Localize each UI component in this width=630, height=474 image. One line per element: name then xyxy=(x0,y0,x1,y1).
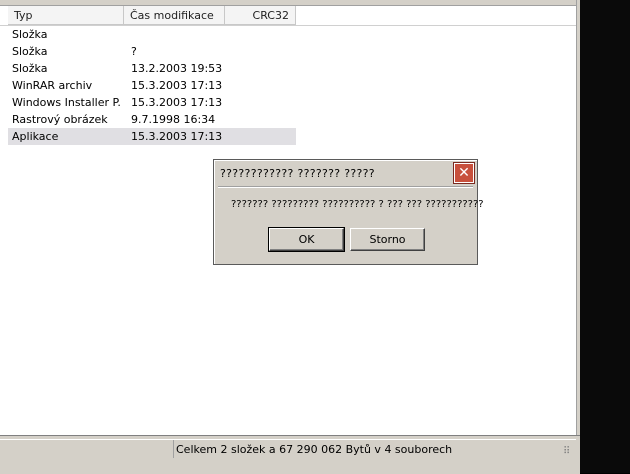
cell-cas: 15.3.2003 17:13 xyxy=(131,79,223,92)
list-item[interactable]: Složka ? xyxy=(0,43,576,60)
status-text: Celkem 2 složek a 67 290 062 Bytů v 4 so… xyxy=(176,443,453,456)
list-item-selected[interactable]: Aplikace 15.3.2003 17:13 xyxy=(0,128,576,145)
cell-typ: WinRAR archiv xyxy=(12,79,93,92)
status-bar: Celkem 2 složek a 67 290 062 Bytů v 4 so… xyxy=(0,435,580,474)
status-divider xyxy=(173,440,174,458)
column-header-typ[interactable]: Typ xyxy=(8,6,124,25)
list-item[interactable]: Složka 13.2.2003 19:53 xyxy=(0,60,576,77)
confirm-dialog: ???????????? ??????? ????? ✕ ??????? ???… xyxy=(213,159,484,265)
cell-cas: 15.3.2003 17:13 xyxy=(131,96,223,109)
cell-typ: Rastrový obrázek xyxy=(12,113,108,126)
list-item[interactable]: Složka xyxy=(0,26,576,43)
resize-grip-icon[interactable]: ⠿ xyxy=(563,446,575,458)
cell-cas: 13.2.2003 19:53 xyxy=(131,62,223,75)
cell-typ: Windows Installer P... xyxy=(12,96,122,109)
column-header: Typ Čas modifikace CRC32 xyxy=(0,6,576,26)
dialog-divider xyxy=(218,186,473,188)
cell-typ: Složka xyxy=(12,28,48,41)
cancel-button[interactable]: Storno xyxy=(350,228,425,251)
column-header-crc32[interactable]: CRC32 xyxy=(225,6,296,25)
cell-typ: Aplikace xyxy=(12,130,59,143)
dialog-title: ???????????? ??????? ????? xyxy=(220,167,375,180)
dialog-message: ??????? ????????? ?????????? ? ??? ??? ?… xyxy=(231,199,484,210)
list-item[interactable]: WinRAR archiv 15.3.2003 17:13 xyxy=(0,77,576,94)
list-item[interactable]: Windows Installer P... 15.3.2003 17:13 xyxy=(0,94,576,111)
cell-cas: ? xyxy=(131,45,137,58)
close-icon[interactable]: ✕ xyxy=(453,162,475,184)
column-header-cas-modifikace[interactable]: Čas modifikace xyxy=(124,6,225,25)
cell-cas: 9.7.1998 16:34 xyxy=(131,113,216,126)
desktop-background xyxy=(580,0,630,473)
cell-typ: Složka xyxy=(12,45,48,58)
file-list: Složka Složka ? Složka 13.2.2003 19:53 W… xyxy=(0,26,576,145)
cell-cas: 15.3.2003 17:13 xyxy=(131,130,223,143)
ok-button[interactable]: OK xyxy=(268,227,345,252)
cell-typ: Složka xyxy=(12,62,48,75)
list-item[interactable]: Rastrový obrázek 9.7.1998 16:34 xyxy=(0,111,576,128)
